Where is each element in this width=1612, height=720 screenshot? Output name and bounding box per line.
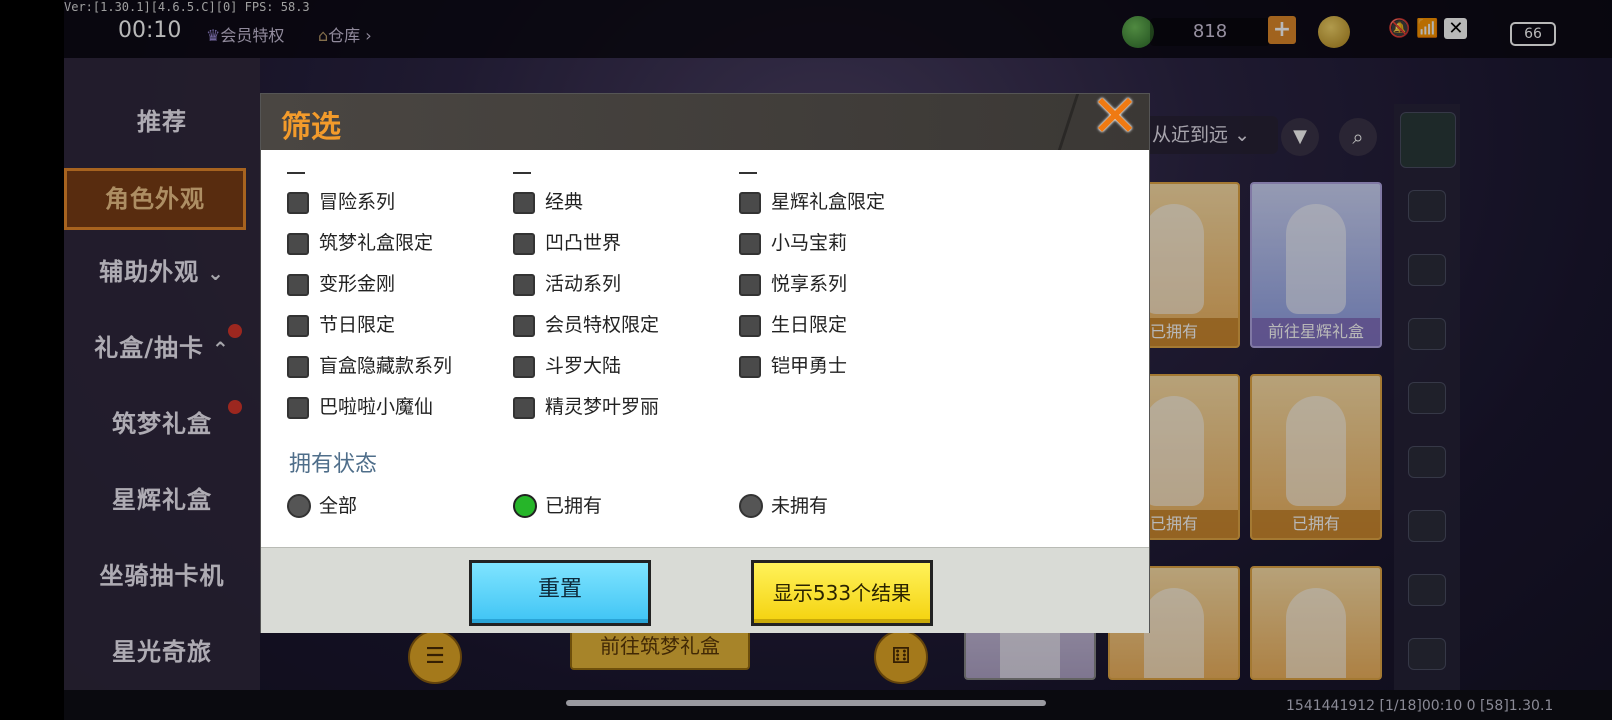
show-results-button[interactable]: 显示533个结果 bbox=[751, 560, 933, 626]
radio-button[interactable] bbox=[739, 494, 763, 518]
modal-title: 筛选 bbox=[281, 110, 341, 145]
clipped-item-marker bbox=[513, 172, 531, 174]
clipped-item-marker bbox=[739, 172, 757, 174]
filter-checkbox[interactable]: 悦享系列 bbox=[739, 270, 1039, 300]
filter-checkbox[interactable]: 星辉礼盒限定 bbox=[739, 188, 1039, 218]
checkbox[interactable] bbox=[739, 274, 761, 296]
filter-modal: 筛选 ✕ 冒险系列 经典 星辉礼盒限定 筑梦礼盒限定 凹凸世界 小马宝莉 变形金… bbox=[260, 87, 1150, 633]
checkbox[interactable] bbox=[513, 233, 535, 255]
checkbox[interactable] bbox=[513, 274, 535, 296]
modal-header: 筛选 bbox=[261, 94, 1149, 150]
reset-button[interactable]: 重置 bbox=[469, 560, 651, 626]
checkbox[interactable] bbox=[287, 397, 309, 419]
radio-button[interactable] bbox=[287, 494, 311, 518]
filter-checkbox[interactable]: 铠甲勇士 bbox=[739, 352, 1039, 382]
home-indicator[interactable] bbox=[566, 700, 1046, 706]
ownership-radio[interactable]: 已拥有 bbox=[513, 492, 673, 522]
checkbox[interactable] bbox=[739, 192, 761, 214]
checkbox[interactable] bbox=[287, 192, 309, 214]
checkbox[interactable] bbox=[513, 397, 535, 419]
checkbox[interactable] bbox=[513, 315, 535, 337]
checkbox[interactable] bbox=[739, 233, 761, 255]
radio-button-selected[interactable] bbox=[513, 494, 537, 518]
checkbox[interactable] bbox=[513, 192, 535, 214]
filter-checkbox[interactable]: 精灵梦叶罗丽 bbox=[513, 393, 813, 423]
checkbox[interactable] bbox=[513, 356, 535, 378]
close-icon[interactable]: ✕ bbox=[1087, 87, 1143, 145]
checkbox[interactable] bbox=[287, 233, 309, 255]
filter-checkbox[interactable]: 生日限定 bbox=[739, 311, 1039, 341]
checkbox[interactable] bbox=[287, 356, 309, 378]
debug-bottom-info: 1541441912 [1/18]00:10 0 [58]1.30.1 bbox=[1286, 698, 1554, 714]
modal-body: 冒险系列 经典 星辉礼盒限定 筑梦礼盒限定 凹凸世界 小马宝莉 变形金刚 活动系… bbox=[261, 150, 1149, 547]
ownership-radio[interactable]: 未拥有 bbox=[739, 492, 899, 522]
checkbox[interactable] bbox=[739, 315, 761, 337]
clipped-item-marker bbox=[287, 172, 305, 174]
checkbox[interactable] bbox=[287, 315, 309, 337]
filter-checkbox[interactable]: 小马宝莉 bbox=[739, 229, 1039, 259]
ownership-radio[interactable]: 全部 bbox=[287, 492, 447, 522]
checkbox[interactable] bbox=[739, 356, 761, 378]
modal-footer: 重置 显示533个结果 bbox=[261, 547, 1149, 633]
ownership-heading: 拥有状态 bbox=[289, 452, 378, 477]
checkbox[interactable] bbox=[287, 274, 309, 296]
